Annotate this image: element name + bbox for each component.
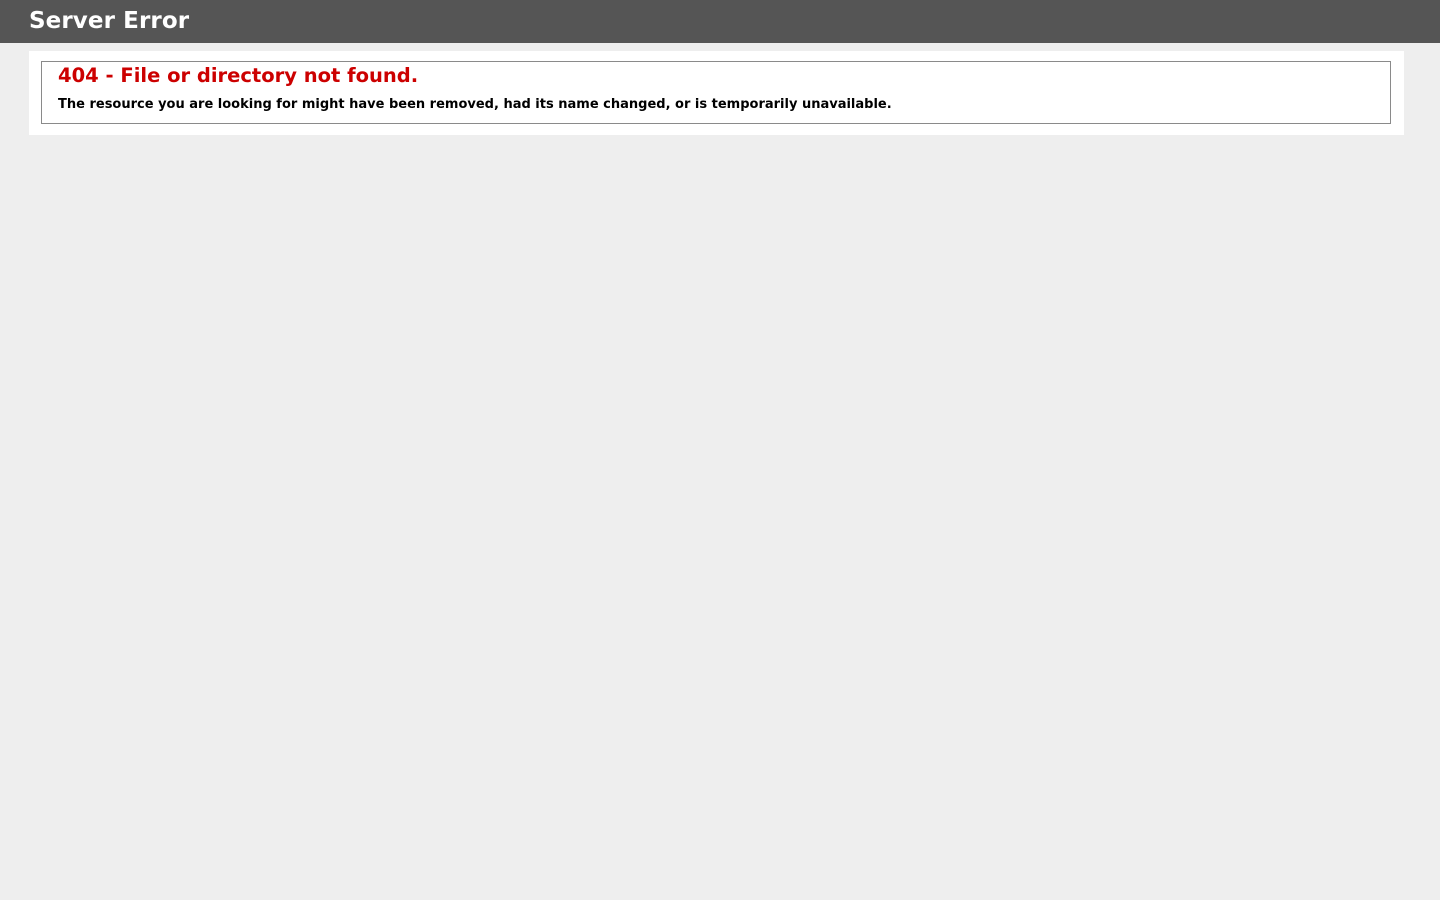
page-title: Server Error [29, 8, 190, 34]
error-message: The resource you are looking for might h… [58, 97, 892, 112]
header-bar: Server Error [0, 0, 1440, 43]
error-box: 404 - File or directory not found. The r… [41, 61, 1391, 124]
error-heading: 404 - File or directory not found. [58, 64, 419, 87]
content-panel: 404 - File or directory not found. The r… [29, 51, 1404, 135]
